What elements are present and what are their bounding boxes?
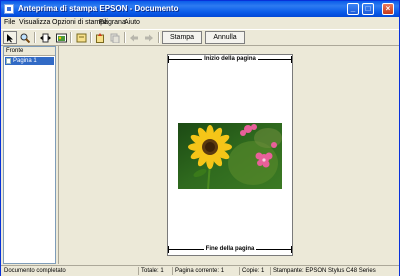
- add-page-icon[interactable]: [93, 31, 107, 44]
- status-copies: Copie: 1: [239, 267, 269, 275]
- status-message: Documento completato: [4, 268, 66, 274]
- status-current-page: Pagina corrente: 1: [172, 267, 238, 275]
- back-arrow-icon[interactable]: [127, 31, 141, 44]
- fit-page-icon[interactable]: [38, 31, 52, 44]
- status-printer: Stampante: EPSON Stylus C48 Series: [270, 267, 398, 275]
- magnifier-icon[interactable]: [18, 31, 32, 44]
- status-total: Totale: 1: [138, 267, 171, 275]
- preview-area[interactable]: Inizio della pagina Fine della pagina: [58, 46, 399, 264]
- panel-header: Fronte: [4, 47, 55, 56]
- arrow-pointer-icon[interactable]: [3, 31, 17, 44]
- preview-image[interactable]: [178, 123, 282, 189]
- bottom-of-page-marker[interactable]: Fine della pagina: [168, 245, 292, 255]
- title-bar[interactable]: Anteprima di stampa EPSON - Documento _ …: [1, 1, 399, 17]
- cancel-button[interactable]: Annulla: [205, 31, 245, 44]
- top-of-page-marker[interactable]: Inizio della pagina: [168, 55, 292, 65]
- menu-aiuto[interactable]: Aiuto: [124, 19, 140, 26]
- toolbar: Stampa Annulla: [1, 29, 399, 46]
- bottom-marker-label: Fine della pagina: [203, 246, 257, 252]
- menu-visualizza[interactable]: Visualizza: [19, 19, 50, 26]
- paper-sheet: Inizio della pagina Fine della pagina: [167, 54, 293, 256]
- print-button[interactable]: Stampa: [162, 31, 202, 44]
- maximize-button[interactable]: □: [362, 3, 374, 15]
- top-marker-label: Inizio della pagina: [202, 56, 258, 62]
- menu-file[interactable]: File: [4, 19, 15, 26]
- app-icon[interactable]: [4, 4, 14, 14]
- minimize-button[interactable]: _: [347, 3, 359, 15]
- menu-bar: File Visualizza Opzioni di stampa Filigr…: [1, 17, 399, 29]
- page-icon[interactable]: [74, 31, 88, 44]
- close-button[interactable]: ×: [382, 3, 394, 15]
- page-list-item[interactable]: Pagina 1: [5, 57, 54, 65]
- page-item-label: Pagina 1: [13, 58, 37, 64]
- window-title: Anteprima di stampa EPSON - Documento: [18, 4, 179, 13]
- forward-arrow-icon[interactable]: [142, 31, 156, 44]
- menu-filigrana[interactable]: Filigrana: [99, 19, 126, 26]
- pages-panel: Fronte Pagina 1: [3, 46, 56, 264]
- page-thumbnail-icon: [6, 58, 11, 64]
- print-preview-window: Anteprima di stampa EPSON - Documento _ …: [0, 0, 400, 276]
- status-bar: Documento completato Totale: 1 Pagina co…: [1, 265, 399, 276]
- copy-page-icon[interactable]: [108, 31, 122, 44]
- fit-image-icon[interactable]: [54, 31, 68, 44]
